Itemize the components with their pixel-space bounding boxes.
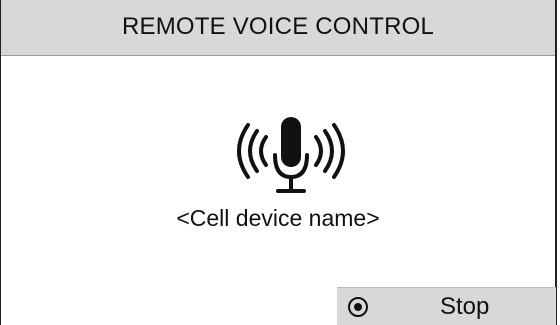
- title-bar: REMOTE VOICE CONTROL: [1, 0, 555, 56]
- cell-device-name: <Cell device name>: [176, 205, 380, 231]
- voice-control-screen: REMOTE VOICE CONTROL <Cell device name>: [0, 0, 557, 325]
- stop-button-label: Stop: [440, 293, 490, 320]
- page-title: REMOTE VOICE CONTROL: [121, 13, 435, 40]
- radio-button-icon: [347, 296, 369, 318]
- microphone-broadcasting-icon: [230, 117, 352, 195]
- stop-button[interactable]: Stop: [337, 287, 556, 325]
